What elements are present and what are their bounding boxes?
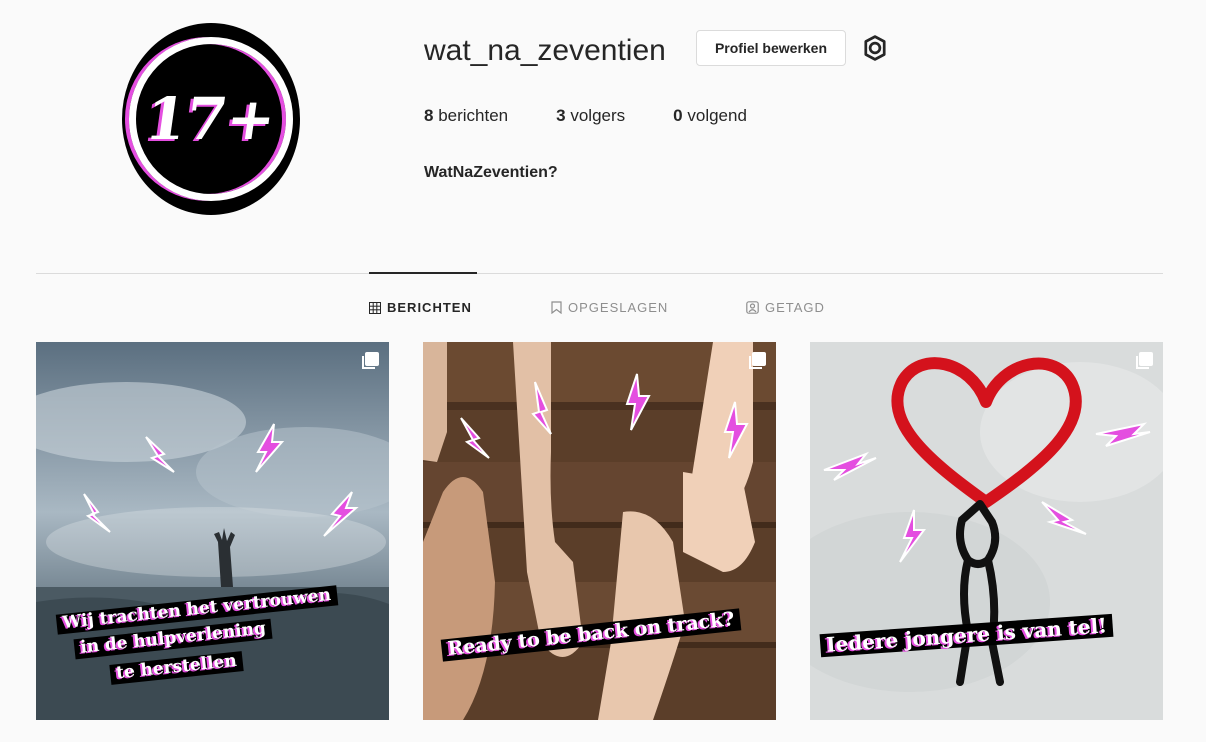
- tab-posts-label: BERICHTEN: [387, 300, 472, 315]
- multiple-posts-icon: [749, 352, 766, 369]
- bookmark-icon: [551, 301, 562, 314]
- profile-username: wat_na_zeventien: [424, 34, 666, 67]
- post-tile-3[interactable]: Iedere jongere is van tel!: [810, 342, 1163, 720]
- grid-icon: [369, 301, 381, 314]
- multiple-posts-icon: [362, 352, 379, 369]
- tab-saved-label: OPGESLAGEN: [568, 300, 669, 315]
- tab-tagged-label: GETAGD: [765, 300, 825, 315]
- stat-following[interactable]: 0 volgend: [673, 106, 747, 126]
- settings-gear-icon[interactable]: [862, 35, 888, 61]
- stat-followers-count: 3: [556, 106, 566, 125]
- stat-followers[interactable]: 3 volgers: [556, 106, 625, 126]
- edit-profile-button[interactable]: Profiel bewerken: [696, 30, 846, 66]
- profile-avatar[interactable]: 17+: [122, 23, 300, 215]
- post-tile-2[interactable]: Ready to be back on track?: [423, 342, 776, 720]
- active-tab-indicator: [369, 272, 477, 274]
- stat-posts-count: 8: [424, 106, 434, 125]
- profile-stats: 8 berichten 3 volgers 0 volgend: [424, 106, 795, 126]
- tab-posts[interactable]: BERICHTEN: [369, 300, 472, 315]
- stat-following-count: 0: [673, 106, 683, 125]
- tab-tagged[interactable]: GETAGD: [746, 300, 825, 315]
- post-tile-1[interactable]: Wij trachten het vertrouwen in de hulpve…: [36, 342, 389, 720]
- avatar-ring: 17+: [129, 37, 293, 201]
- avatar-text: 17+: [141, 85, 281, 153]
- tab-divider: [36, 273, 1163, 274]
- stat-followers-label: volgers: [570, 106, 626, 125]
- stat-following-label: volgend: [687, 106, 747, 125]
- tag-person-icon: [746, 301, 759, 314]
- profile-full-name: WatNaZeventien?: [424, 164, 558, 181]
- post-2-image: [423, 342, 776, 720]
- stat-posts-label: berichten: [438, 106, 509, 125]
- post-3-image: [810, 342, 1163, 720]
- tab-saved[interactable]: OPGESLAGEN: [551, 300, 668, 315]
- stat-posts[interactable]: 8 berichten: [424, 106, 508, 126]
- multiple-posts-icon: [1136, 352, 1153, 369]
